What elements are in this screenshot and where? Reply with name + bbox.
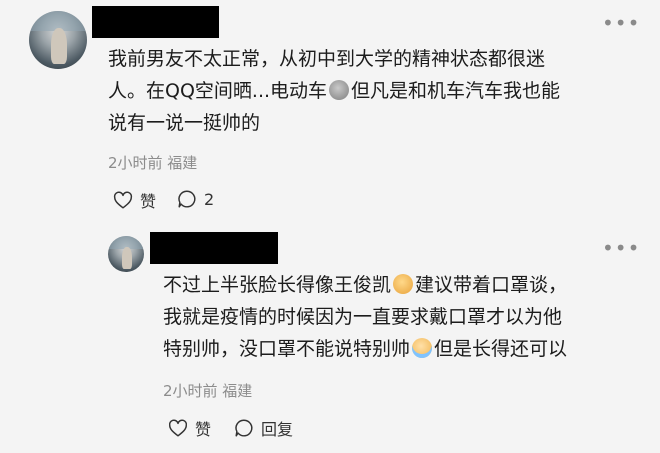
- reply-line-1b: 建议带着口罩谈，: [415, 274, 568, 296]
- comment-line-1: 我前男友不太正常，从初中到大学的精神状态都很迷: [108, 48, 546, 70]
- grey-face-emoji-icon: [329, 80, 350, 100]
- like-label: 赞: [140, 192, 157, 211]
- reply-reply-label: 回复: [261, 420, 294, 439]
- reply-reply-button[interactable]: 回复: [233, 416, 293, 440]
- comment-line-2: 人。在QQ空间晒...电动车 但凡是和机车汽车我也能: [108, 76, 560, 107]
- comment-line-2a: 人。在QQ空间晒...电动车: [108, 80, 328, 102]
- reply-avatar[interactable]: [108, 236, 144, 272]
- comment-bubble-icon: [178, 190, 196, 208]
- replier-name-redacted: [150, 232, 278, 264]
- comment-meta: 2小时前 福建: [108, 154, 198, 172]
- commenter-avatar[interactable]: [29, 11, 87, 69]
- reply-line-1: 不过上半张脸长得像王俊凯 建议带着口罩谈，: [163, 270, 567, 301]
- comment-line-3: 说有一说一挺帅的: [108, 112, 261, 134]
- comment-line-2b: 但凡是和机车汽车我也能: [351, 80, 561, 102]
- crying-emoji-icon: [412, 338, 433, 358]
- reply-like-button[interactable]: 赞: [167, 416, 211, 440]
- reply-line-2: 我就是疫情的时候因为一直要求戴口罩才以为他: [163, 306, 563, 328]
- commenter-name-redacted: [92, 6, 219, 38]
- reply-like-label: 赞: [195, 420, 212, 439]
- reply-count-button[interactable]: 2: [176, 188, 214, 210]
- smile-emoji-icon: [393, 274, 414, 294]
- like-button[interactable]: 赞: [112, 188, 156, 212]
- thumbs-up-icon: [113, 191, 133, 209]
- reply-line-1a: 不过上半张脸长得像王俊凯: [163, 274, 392, 296]
- more-options-icon[interactable]: •••: [602, 13, 640, 33]
- reply-meta: 2小时前 福建: [163, 382, 253, 400]
- thumbs-up-icon: [168, 419, 188, 437]
- reply-line-3a: 特别帅，没口罩不能说特别帅: [163, 338, 411, 360]
- comment-bubble-icon: [235, 419, 253, 437]
- reply-line-3: 特别帅，没口罩不能说特别帅 但是长得还可以: [163, 334, 567, 365]
- reply-more-options-icon[interactable]: •••: [602, 238, 640, 258]
- reply-count: 2: [204, 189, 215, 209]
- reply-line-3b: 但是长得还可以: [434, 338, 568, 360]
